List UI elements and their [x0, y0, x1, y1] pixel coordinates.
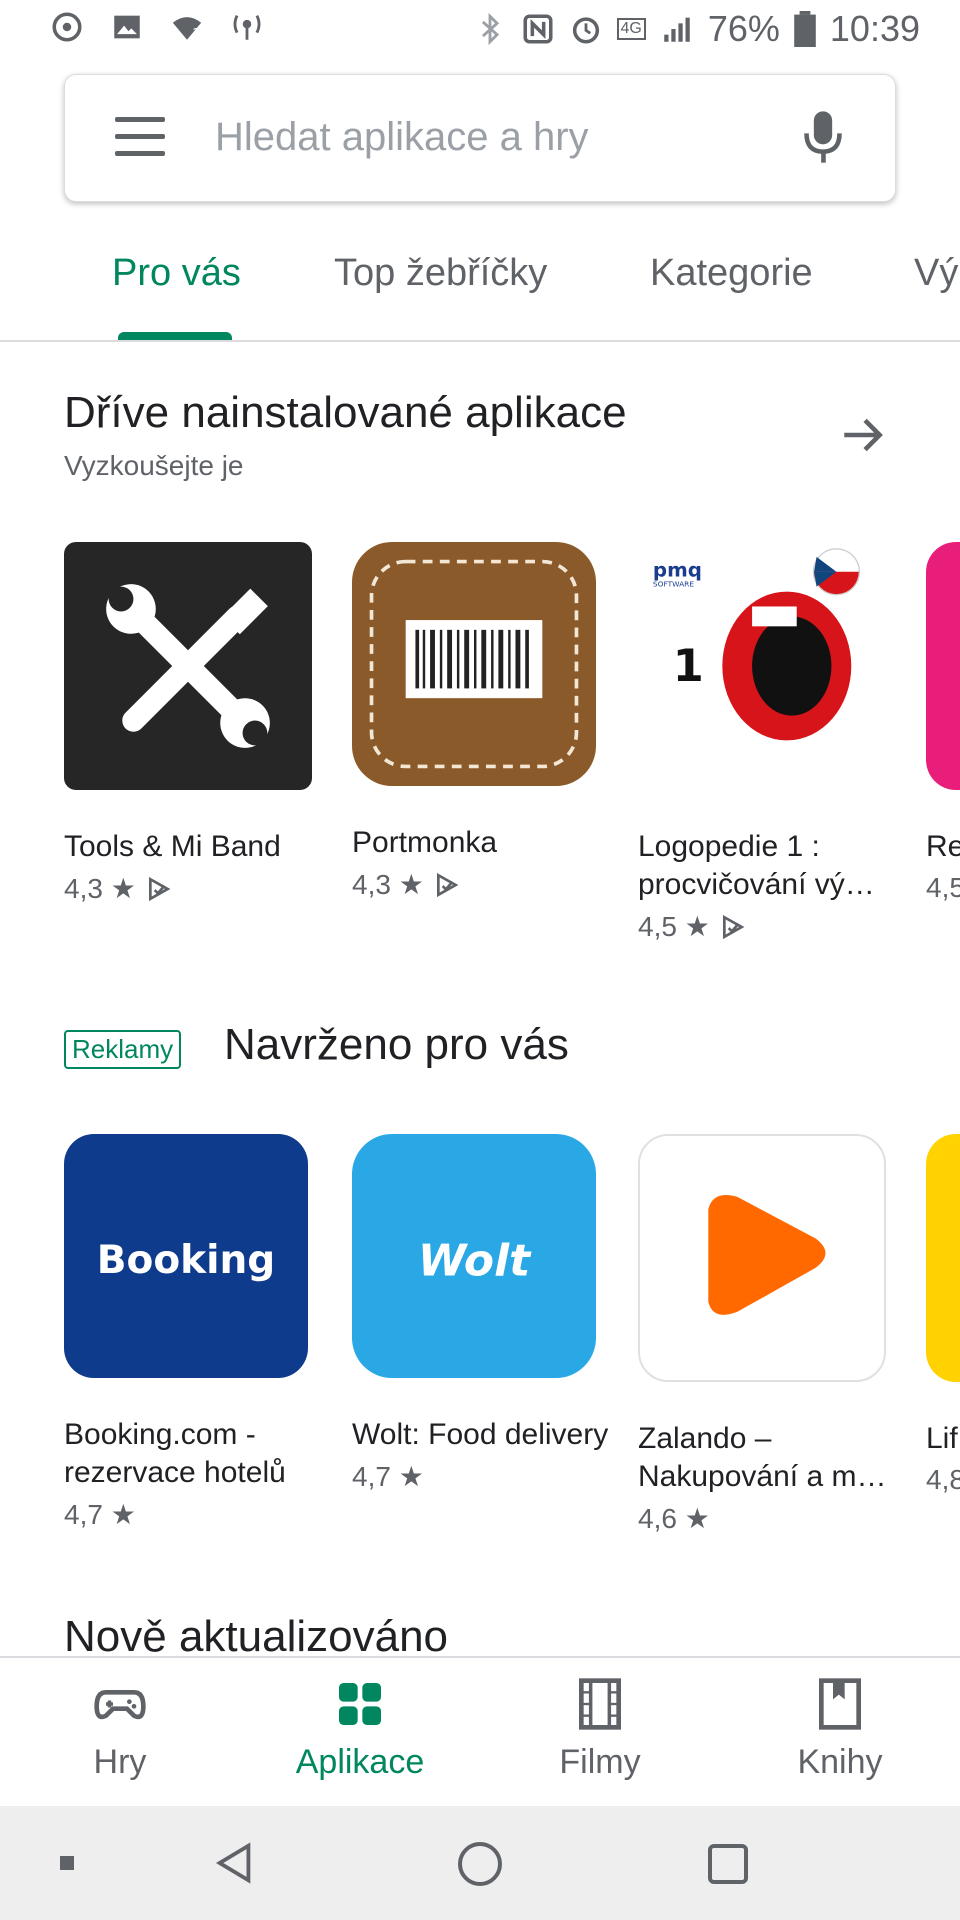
app-rating: 4,5 [926, 872, 960, 903]
gamepad-icon [94, 1690, 146, 1720]
nav-label: Knihy [797, 1743, 883, 1781]
tools-icon [64, 542, 312, 790]
home-icon[interactable] [456, 1840, 504, 1888]
back-icon[interactable] [212, 1840, 258, 1886]
nav-knihy[interactable]: Knihy [750, 1676, 930, 1782]
logopedie-icon: pmq SOFTWARE 1 [638, 542, 886, 790]
app-card-tools-mi-band[interactable]: Tools & Mi Band 4,3 ★ [64, 542, 324, 905]
battery-percent: 76% [707, 8, 780, 49]
signal-icon [664, 17, 690, 42]
nav-aplikace[interactable]: Aplikace [270, 1676, 450, 1782]
app-name: Lif [926, 1422, 958, 1455]
app-card-booking[interactable]: Booking Booking.com - rezervace hotelů 4… [64, 1134, 324, 1531]
app-name: Portmonka [352, 826, 498, 859]
app-rating: 4,8 [926, 1464, 960, 1495]
nav-label: Filmy [559, 1743, 641, 1781]
book-icon [819, 1678, 861, 1730]
hamburger-menu-icon[interactable] [115, 117, 165, 157]
bluetooth-icon [481, 12, 499, 46]
section-subtitle: Vyzkoušejte je [64, 450, 244, 481]
bottom-navigation: Hry Aplikace Filmy Knihy [0, 1656, 960, 1806]
tab-top-zebricky[interactable]: Top žebříčky [334, 252, 547, 295]
active-tab-indicator [118, 332, 232, 340]
section-title-suggested: Navrženo pro vás [224, 1020, 569, 1069]
location-icon [52, 12, 82, 42]
battery-icon [794, 11, 816, 47]
app-card-partial-4[interactable]: Re 4,5 [926, 542, 960, 904]
svg-text:Wolt: Wolt [418, 1236, 532, 1287]
app-name: Re [926, 830, 960, 863]
clock: 10:39 [829, 8, 920, 49]
app-rating: 4,3 ★ [64, 873, 136, 904]
arrow-right-icon[interactable] [838, 410, 888, 460]
recents-icon[interactable] [704, 1840, 752, 1888]
search-input[interactable]: Hledat aplikace a hry [215, 115, 589, 160]
installed-play-icon [148, 876, 171, 901]
top-tabs: Pro vás Top žebříčky Kategorie Vý [0, 230, 960, 342]
tab-pro-vas[interactable]: Pro vás [112, 252, 241, 295]
nfc-icon [522, 14, 553, 44]
section-title-updated: Nově aktualizováno [64, 1612, 449, 1661]
ads-badge: Reklamy [64, 1030, 182, 1069]
svg-text:?: ? [193, 26, 201, 42]
nav-hry[interactable]: Hry [30, 1676, 210, 1782]
installed-play-icon [436, 872, 459, 897]
microphone-icon[interactable] [801, 107, 845, 167]
alarm-icon [572, 17, 599, 44]
search-bar[interactable]: Hledat aplikace a hry [64, 74, 896, 202]
app-name: Zalando – Nakupování a m… [638, 1422, 887, 1493]
nav-label: Hry [93, 1743, 147, 1781]
status-bar: ? 4G 76% 10:39 [0, 0, 960, 64]
app-card-wolt[interactable]: Wolt Wolt: Food delivery 4,7 ★ [352, 1134, 612, 1493]
installed-play-icon [722, 914, 745, 939]
app-card-portmonka[interactable]: Portmonka 4,3 ★ [352, 542, 612, 901]
app-name: Booking.com - rezervace hotelů [64, 1418, 286, 1489]
gallery-icon [114, 15, 140, 39]
partial-app-icon [926, 542, 960, 790]
tab-vy[interactable]: Vý [914, 252, 958, 295]
tab-kategorie[interactable]: Kategorie [650, 252, 813, 295]
app-name: Logopedie 1 : procvičování vý… [638, 830, 875, 901]
nav-filmy[interactable]: Filmy [510, 1676, 690, 1782]
app-rating: 4,3 ★ [352, 869, 424, 900]
network-type: 4G [616, 18, 646, 40]
wolt-icon: Wolt [352, 1134, 596, 1378]
booking-icon: Booking [64, 1134, 308, 1378]
wifi-question-icon: ? [172, 17, 202, 42]
app-name: Tools & Mi Band [64, 830, 281, 863]
svg-text:1: 1 [673, 640, 704, 692]
app-rating: 4,7 ★ [64, 1499, 136, 1530]
portmonka-icon [352, 542, 596, 786]
hotspot-icon [233, 15, 261, 40]
nav-label: Aplikace [295, 1743, 425, 1781]
app-card-zalando[interactable]: Zalando – Nakupování a m… 4,6 ★ [638, 1134, 898, 1535]
svg-text:Booking: Booking [97, 1238, 275, 1283]
app-rating: 4,7 ★ [352, 1461, 424, 1492]
app-card-logopedie[interactable]: pmq SOFTWARE 1 Logopedie 1 : procvičován… [638, 542, 898, 943]
film-icon [579, 1678, 621, 1730]
zalando-icon [638, 1134, 886, 1382]
svg-text:pmq: pmq [653, 559, 702, 582]
app-rating: 4,6 ★ [638, 1503, 710, 1534]
partial-app-icon [926, 1134, 960, 1382]
small-square-icon[interactable] [58, 1854, 76, 1872]
svg-text:SOFTWARE: SOFTWARE [653, 580, 694, 589]
section-title-previously-installed: Dříve nainstalované aplikace [64, 388, 627, 437]
app-rating: 4,5 ★ [638, 911, 710, 942]
apps-grid-icon [339, 1683, 381, 1725]
app-name: Wolt: Food delivery [352, 1418, 609, 1451]
app-card-partial-lidl[interactable]: Lif 4,8 [926, 1134, 960, 1496]
system-navigation-bar [0, 1806, 960, 1920]
